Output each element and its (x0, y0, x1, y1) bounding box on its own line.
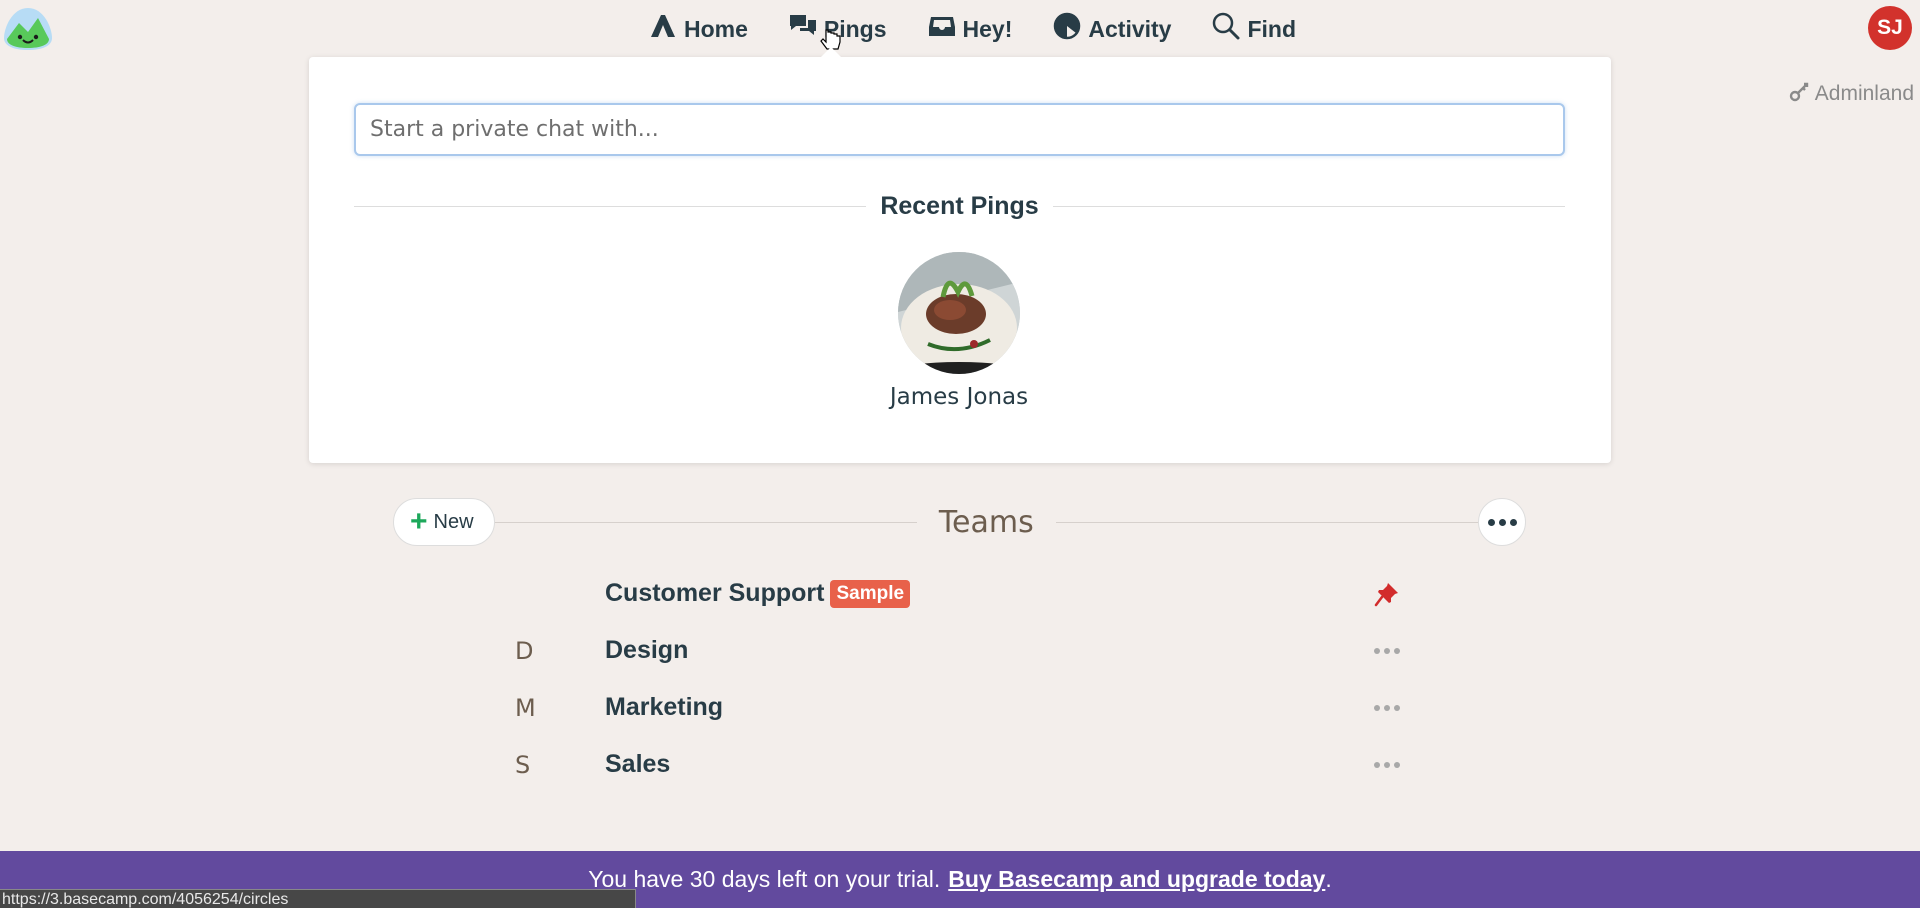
status-bar-url: https://3.basecamp.com/4056254/circles (0, 889, 636, 908)
person-avatar (898, 252, 1020, 374)
pings-popover: Recent Pings James Jonas (309, 47, 1611, 463)
adminland-label: Adminland (1814, 82, 1914, 105)
divider (1055, 521, 1478, 523)
nav-activity-label: Activity (1088, 15, 1172, 42)
recent-pings-heading: Recent Pings (354, 192, 1565, 221)
team-name[interactable]: Sales (605, 750, 670, 779)
top-navigation: Home Pings Hey! Activity Find (628, 0, 1316, 58)
person-name: James Jonas (889, 384, 1029, 410)
team-name[interactable]: Marketing (605, 693, 723, 722)
team-row[interactable]: D Design (505, 622, 1405, 679)
team-options-button[interactable] (1369, 679, 1405, 736)
team-name[interactable]: Customer Support (605, 579, 824, 608)
sample-badge: Sample (830, 579, 911, 608)
plus-icon: + (410, 505, 428, 538)
team-initial: D (515, 636, 534, 665)
team-initial: M (515, 693, 536, 722)
new-team-button[interactable]: + New (393, 498, 495, 546)
nav-hey-label: Hey! (962, 15, 1013, 42)
basecamp-logo[interactable] (2, 6, 54, 52)
user-avatar[interactable]: SJ (1868, 6, 1912, 50)
team-name[interactable]: Design (605, 636, 688, 665)
recent-pings-title: Recent Pings (880, 192, 1039, 220)
hey-inbox-icon (927, 11, 957, 47)
team-options-button[interactable] (1369, 622, 1405, 679)
more-icon (1487, 518, 1517, 526)
more-icon (1374, 761, 1400, 768)
search-icon (1211, 11, 1241, 47)
teams-header: + New Teams (393, 498, 1526, 546)
nav-find-label: Find (1247, 15, 1297, 42)
upgrade-link[interactable]: Buy Basecamp and upgrade today (948, 866, 1325, 893)
private-chat-input[interactable] (354, 103, 1565, 156)
teams-title: Teams (938, 504, 1034, 540)
team-initial: S (515, 750, 531, 779)
nav-find[interactable]: Find (1191, 0, 1316, 58)
teams-options-button[interactable] (1478, 498, 1526, 546)
recent-ping-person[interactable]: James Jonas (874, 252, 1044, 410)
team-row[interactable]: M Marketing (505, 679, 1405, 736)
nav-home-label: Home (684, 15, 748, 42)
key-icon (1789, 80, 1811, 108)
divider (1052, 206, 1565, 207)
team-row[interactable]: Customer Support Sample (505, 565, 1405, 622)
home-icon (648, 11, 678, 47)
nav-home[interactable]: Home (628, 0, 768, 58)
teams-list: Customer Support Sample D Design M Marke… (505, 565, 1405, 793)
pings-icon (788, 11, 818, 47)
user-initials: SJ (1877, 16, 1903, 39)
divider (354, 206, 867, 207)
pin-icon[interactable] (1369, 565, 1405, 622)
nav-activity[interactable]: Activity (1032, 0, 1191, 58)
activity-icon (1052, 11, 1082, 47)
more-icon (1374, 704, 1400, 711)
adminland-link[interactable]: Adminland (1789, 80, 1914, 108)
trial-message: You have 30 days left on your trial. (588, 866, 941, 892)
trial-suffix: . (1325, 866, 1332, 892)
more-icon (1374, 647, 1400, 654)
nav-hey[interactable]: Hey! (907, 0, 1033, 58)
team-row[interactable]: S Sales (505, 736, 1405, 793)
new-team-label: New (433, 510, 474, 533)
team-options-button[interactable] (1369, 736, 1405, 793)
divider (494, 521, 917, 523)
